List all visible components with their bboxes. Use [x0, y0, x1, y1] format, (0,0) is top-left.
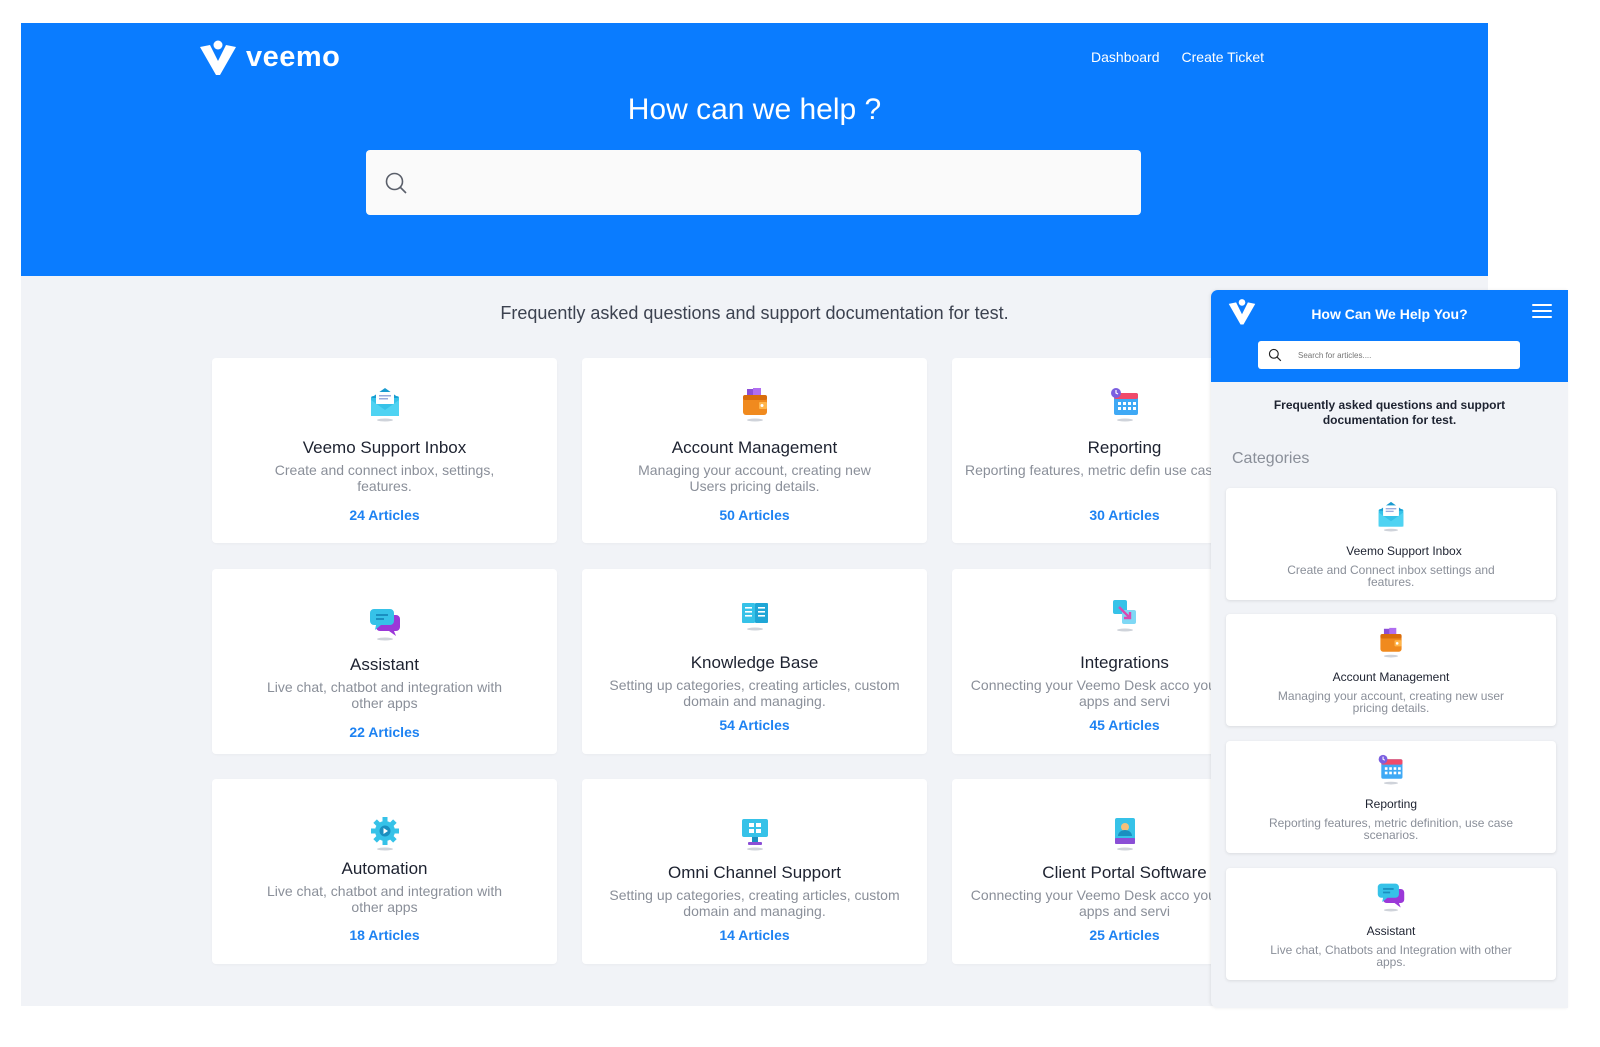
- mobile-hero-banner: How Can We Help You?: [1211, 290, 1568, 382]
- category-description: Managing your account, creating new user…: [1277, 689, 1505, 715]
- category-description: Live chat, chatbot and integration with …: [266, 883, 503, 915]
- category-title: Automation: [341, 859, 428, 878]
- category-description: Setting up categories, creating articles…: [609, 887, 900, 919]
- hero-title: How can we help ?: [627, 93, 882, 126]
- monitor-icon: [738, 815, 772, 851]
- category-card-omni-channel-support[interactable]: Omni Channel Support Setting up categori…: [582, 779, 927, 964]
- calendar-icon: [1108, 386, 1142, 422]
- category-card-knowledge-base[interactable]: Knowledge Base Setting up categories, cr…: [582, 569, 927, 754]
- category-description: Create and connect inbox, settings, feat…: [274, 462, 495, 494]
- mobile-page-subtitle: Frequently asked questions and support d…: [1273, 398, 1506, 427]
- chat-bubbles-icon: [368, 605, 402, 641]
- category-description: Reporting features, metric definition, u…: [1268, 816, 1514, 842]
- category-article-count[interactable]: 14 Articles: [582, 927, 927, 943]
- brand-logo[interactable]: veemo: [198, 39, 340, 77]
- mobile-category-card-reporting[interactable]: Reporting Reporting features, metric def…: [1226, 741, 1556, 853]
- integration-icon: [1108, 597, 1142, 633]
- top-nav: Dashboard Create Ticket: [1091, 49, 1264, 65]
- nav-create-ticket-link[interactable]: Create Ticket: [1182, 49, 1264, 65]
- search-box[interactable]: [366, 150, 1141, 215]
- category-article-count[interactable]: 18 Articles: [212, 927, 557, 943]
- search-icon: [385, 172, 407, 194]
- category-article-count[interactable]: 24 Articles: [212, 507, 557, 523]
- category-title: Omni Channel Support: [668, 863, 841, 882]
- hero-banner: veemo Dashboard Create Ticket How can we…: [21, 23, 1488, 276]
- category-description: Setting up categories, creating articles…: [609, 677, 900, 709]
- calendar-icon: [1376, 753, 1406, 785]
- search-icon: [1268, 348, 1282, 362]
- category-description: Create and Connect inbox settings and fe…: [1287, 563, 1495, 589]
- brand-name: veemo: [246, 40, 341, 73]
- category-description: Managing your account, creating new User…: [638, 462, 871, 494]
- category-card-automation[interactable]: Automation Live chat, chatbot and integr…: [212, 779, 557, 964]
- inbox-icon: [368, 386, 402, 422]
- category-description: Live chat, chatbot and integration with …: [266, 679, 503, 711]
- chat-bubbles-icon: [1376, 880, 1406, 912]
- mobile-search-box[interactable]: [1258, 341, 1520, 369]
- categories-heading: Categories: [1232, 450, 1310, 467]
- inbox-icon: [1376, 500, 1406, 532]
- category-title: Veemo Support Inbox: [302, 438, 467, 457]
- category-title: Reporting: [1364, 797, 1418, 811]
- category-title: Assistant: [1366, 924, 1416, 938]
- wallet-icon: [1376, 626, 1406, 658]
- gear-icon: [368, 815, 402, 851]
- mobile-category-card-account-management[interactable]: Account Management Managing your account…: [1226, 614, 1556, 726]
- category-article-count[interactable]: 50 Articles: [582, 507, 927, 523]
- category-card-veemo-support-inbox[interactable]: Veemo Support Inbox Create and connect i…: [212, 358, 557, 543]
- category-title: Account Management: [671, 438, 838, 457]
- category-article-count[interactable]: 22 Articles: [212, 724, 557, 740]
- category-article-count[interactable]: 54 Articles: [582, 717, 927, 733]
- category-title: Assistant: [350, 655, 419, 674]
- category-card-assistant[interactable]: Assistant Live chat, chatbot and integra…: [212, 569, 557, 754]
- category-title: Account Management: [1332, 670, 1450, 684]
- mobile-hero-title: How Can We Help You?: [1311, 306, 1468, 322]
- book-icon: [738, 597, 772, 633]
- veemo-logo-icon: [198, 39, 238, 77]
- mobile-category-card-assistant[interactable]: Assistant Live chat, Chatbots and Integr…: [1226, 868, 1556, 980]
- category-title: Veemo Support Inbox: [1346, 544, 1462, 558]
- category-description: Live chat, Chatbots and Integration with…: [1270, 943, 1512, 969]
- hamburger-menu-icon[interactable]: [1532, 304, 1552, 318]
- wallet-icon: [738, 386, 772, 422]
- nav-dashboard-link[interactable]: Dashboard: [1091, 49, 1160, 65]
- portal-icon: [1108, 815, 1142, 851]
- search-input[interactable]: [420, 162, 1141, 203]
- mobile-view: How Can We Help You? Frequently asked qu…: [1211, 290, 1568, 1008]
- category-card-account-management[interactable]: Account Management Managing your account…: [582, 358, 927, 543]
- mobile-search-input[interactable]: [1298, 350, 1520, 360]
- category-title: Knowledge Base: [690, 653, 819, 672]
- mobile-category-card-veemo-support-inbox[interactable]: Veemo Support Inbox Create and Connect i…: [1226, 488, 1556, 600]
